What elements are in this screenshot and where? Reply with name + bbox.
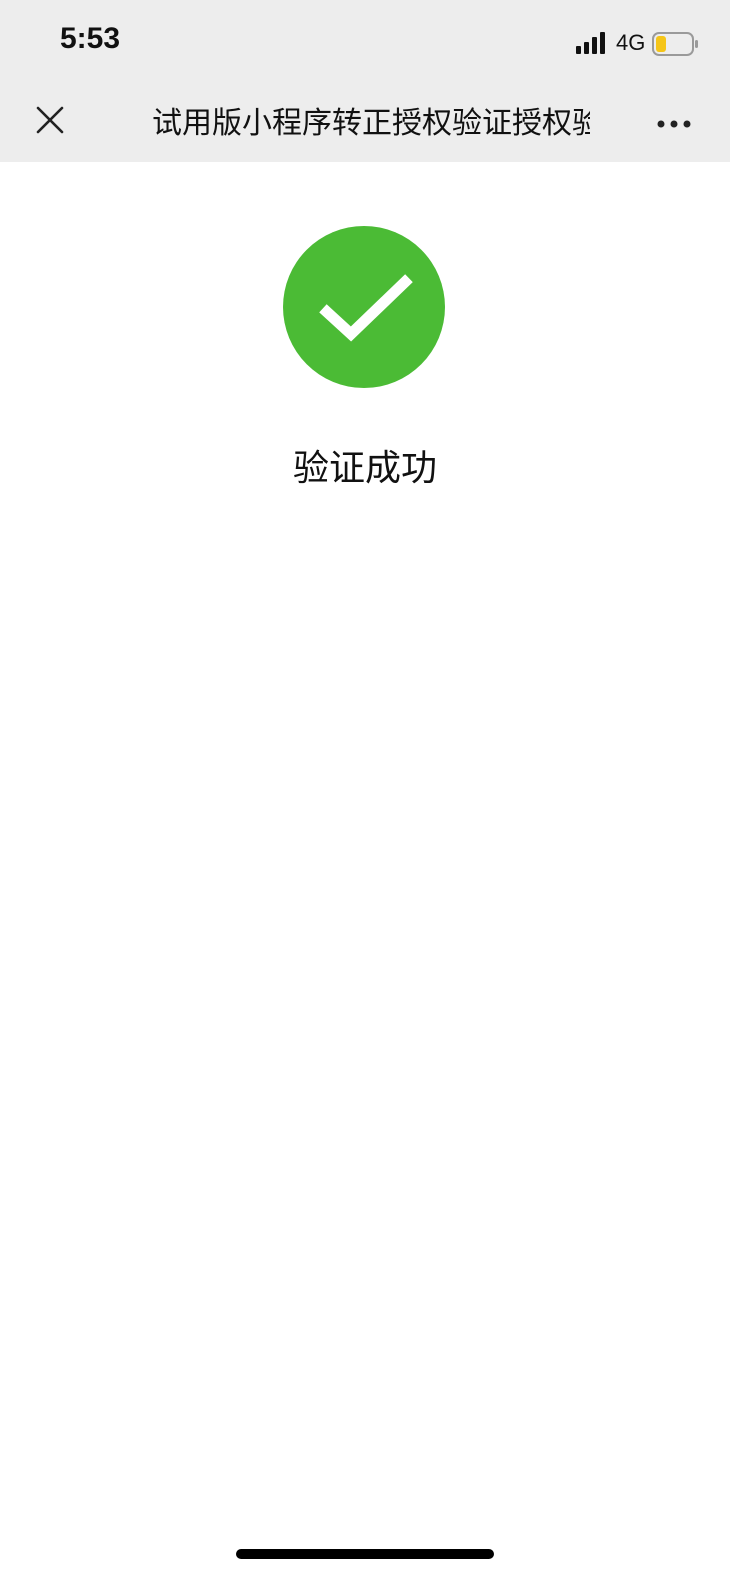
network-label: 4G	[616, 30, 646, 55]
success-message: 验证成功	[292, 448, 437, 489]
battery-icon	[652, 32, 698, 56]
signal-icon	[576, 32, 605, 54]
nav-bar: 试用版小程序转正授权验证授权验证授权	[0, 88, 730, 162]
status-bar: 5:53 4G	[0, 0, 730, 88]
more-icon	[657, 120, 691, 128]
more-button[interactable]	[652, 102, 696, 146]
status-time: 5:53	[60, 22, 121, 55]
close-icon	[36, 106, 64, 134]
close-button[interactable]	[28, 98, 72, 142]
home-indicator[interactable]	[236, 1549, 494, 1559]
page-title: 试用版小程序转正授权验证授权验证授权	[152, 106, 590, 141]
check-circle-icon	[283, 226, 445, 388]
screen: 5:53 4G 试用版小程序转正授权验证授权验证授权	[0, 0, 730, 1580]
